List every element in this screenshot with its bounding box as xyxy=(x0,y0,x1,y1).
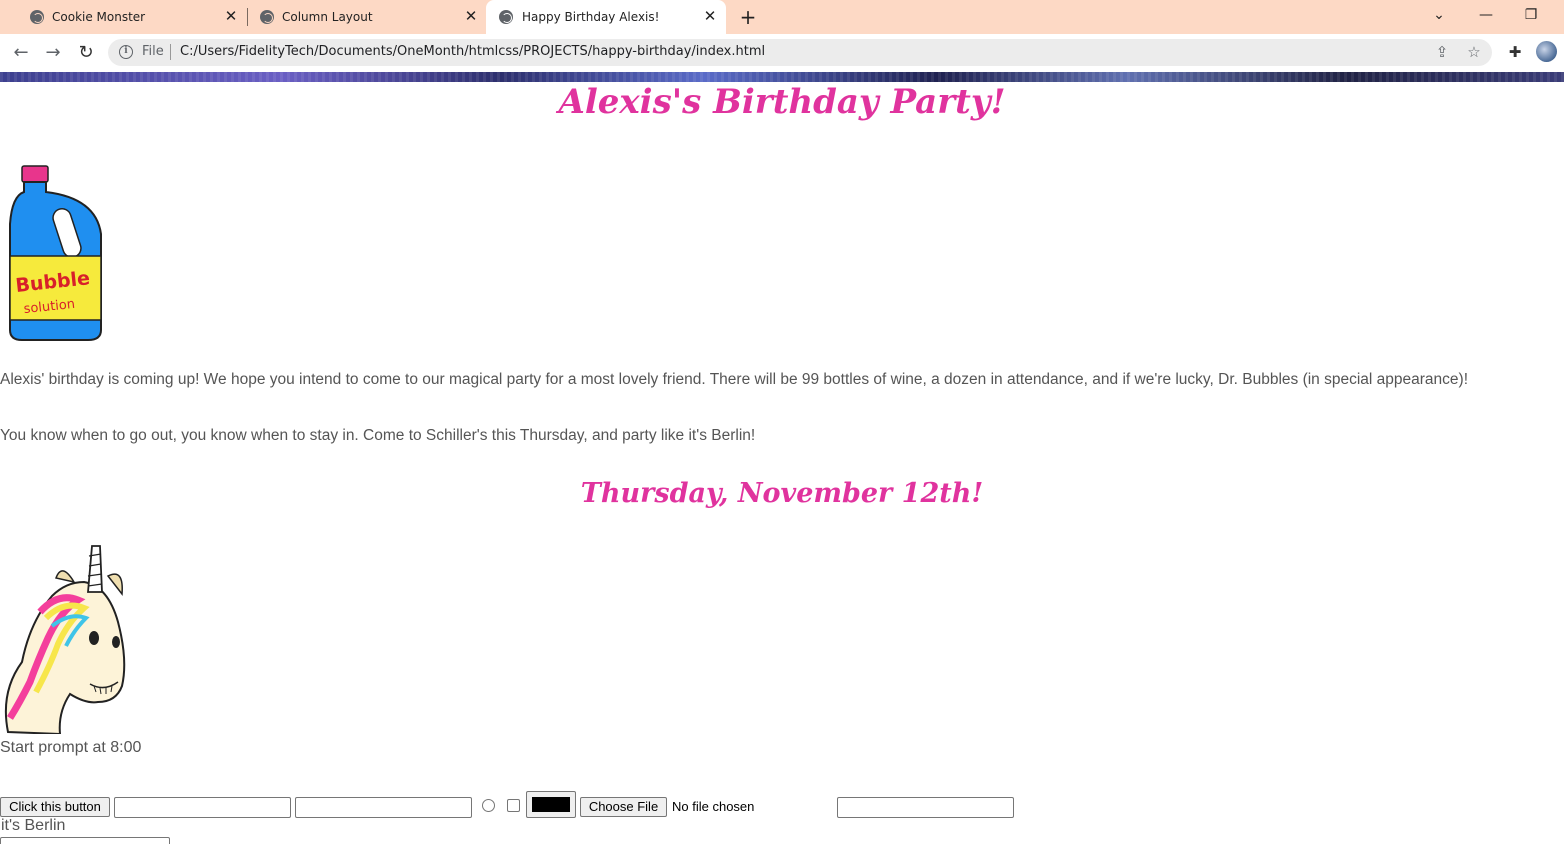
tab-happy-birthday[interactable]: Happy Birthday Alexis! ✕ xyxy=(486,0,726,34)
site-info-icon[interactable]: i xyxy=(119,45,133,59)
color-swatch xyxy=(532,797,570,812)
tab-search-icon[interactable]: ⌄ xyxy=(1429,5,1449,25)
globe-icon xyxy=(499,10,513,24)
color-picker[interactable] xyxy=(526,791,576,818)
header-banner-image xyxy=(0,72,1564,82)
tagline-paragraph: You know when to go out, you know when t… xyxy=(0,427,756,444)
reload-icon[interactable]: ↻ xyxy=(75,42,97,64)
bookmark-star-icon[interactable]: ☆ xyxy=(1464,42,1484,62)
new-tab-button[interactable]: + xyxy=(738,6,758,28)
choose-file-button[interactable]: Choose File xyxy=(580,797,667,817)
tab-strip: Cookie Monster ✕ Column Layout ✕ Happy B… xyxy=(0,0,1564,34)
tab-column-layout[interactable]: Column Layout ✕ xyxy=(238,0,486,34)
share-icon[interactable]: ⇪ xyxy=(1432,42,1452,62)
globe-icon xyxy=(260,10,274,24)
tab-title: Cookie Monster xyxy=(52,10,146,24)
radio-button[interactable] xyxy=(482,799,495,812)
extensions-puzzle-icon[interactable]: ✚ xyxy=(1505,42,1525,62)
checkbox[interactable] xyxy=(507,799,520,812)
date-heading: Thursday, November 12th! xyxy=(580,478,984,509)
url-text[interactable]: C:/Users/FidelityTech/Documents/OneMonth… xyxy=(180,44,765,59)
address-divider xyxy=(170,44,171,60)
page-title: Alexis's Birthday Party! xyxy=(558,82,1006,122)
tab-cookie-monster[interactable]: Cookie Monster ✕ xyxy=(8,0,246,34)
intro-paragraph: Alexis' birthday is coming up! We hope y… xyxy=(0,371,1469,388)
tab-title: Column Layout xyxy=(282,10,373,24)
scheme-label: File xyxy=(142,44,164,59)
start-prompt-text: Start prompt at 8:00 xyxy=(0,739,142,756)
text-input-3[interactable] xyxy=(837,797,1014,818)
unicorn-image xyxy=(4,545,126,734)
tab-title: Happy Birthday Alexis! xyxy=(522,10,660,24)
forward-icon[interactable]: → xyxy=(42,42,64,64)
restore-icon[interactable]: ❐ xyxy=(1521,5,1541,25)
text-input-2[interactable] xyxy=(295,797,472,818)
globe-icon xyxy=(30,10,44,24)
partial-control[interactable] xyxy=(0,837,170,844)
text-input-1[interactable] xyxy=(114,797,291,818)
bubble-solution-bottle-image: Bubble solution xyxy=(9,165,102,341)
close-icon[interactable]: ✕ xyxy=(462,7,480,25)
back-icon[interactable]: ← xyxy=(10,42,32,64)
minimize-icon[interactable]: — xyxy=(1476,5,1496,25)
trailing-text: it's Berlin xyxy=(1,817,66,834)
file-status-text: No file chosen xyxy=(672,799,755,814)
profile-avatar[interactable] xyxy=(1536,41,1557,62)
click-this-button[interactable]: Click this button xyxy=(0,797,110,817)
close-icon[interactable]: ✕ xyxy=(701,7,719,25)
